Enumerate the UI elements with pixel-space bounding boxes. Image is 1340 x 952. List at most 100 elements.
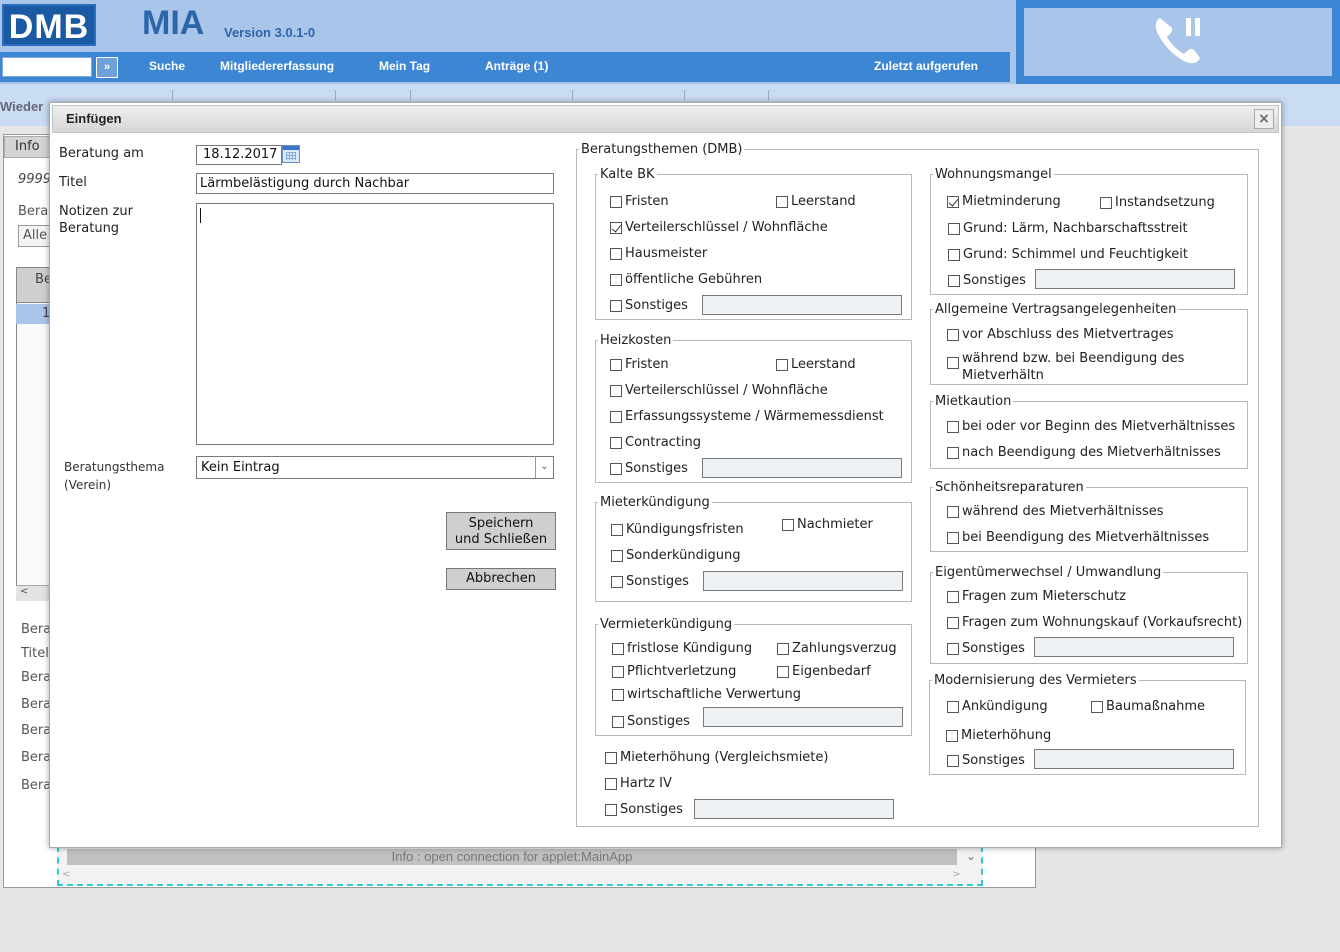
chevron-left-icon[interactable]: < bbox=[62, 869, 70, 880]
wohnungskauf-checkbox[interactable]: Fragen zum Wohnungskauf (Vorkaufsrecht) bbox=[947, 615, 1242, 630]
heizkosten-fristen-checkbox[interactable]: Fristen bbox=[610, 357, 669, 372]
mieterkuendigung-sonstiges-input[interactable] bbox=[703, 571, 903, 591]
checkbox-box[interactable] bbox=[610, 195, 622, 208]
wohnungsmangel-sonstiges-input[interactable] bbox=[1035, 269, 1235, 289]
checkbox-box[interactable] bbox=[947, 700, 959, 713]
checkbox-box[interactable] bbox=[610, 462, 622, 475]
waehrend-beendigung-checkbox[interactable]: während bzw. bei Beendigung des Mietverhä… bbox=[947, 350, 1184, 384]
kalte-bk-sonstiges-checkbox[interactable]: Sonstiges bbox=[610, 298, 688, 313]
checkbox-box[interactable] bbox=[605, 777, 617, 790]
nav-suche[interactable]: Suche bbox=[149, 59, 185, 73]
quick-search-go-button[interactable]: » bbox=[96, 57, 118, 78]
mieterschutz-checkbox[interactable]: Fragen zum Mieterschutz bbox=[947, 589, 1126, 604]
ankuendigung-checkbox[interactable]: Ankündigung bbox=[947, 699, 1048, 714]
close-icon[interactable]: × bbox=[1254, 109, 1274, 129]
instandsetzung-checkbox[interactable]: Instandsetzung bbox=[1100, 195, 1215, 210]
chevron-down-icon[interactable]: ⌄ bbox=[535, 456, 553, 478]
schoenheit-bei-beendigung-checkbox[interactable]: bei Beendigung des Mietverhältnisses bbox=[947, 530, 1209, 545]
pflichtverletzung-checkbox[interactable]: Pflichtverletzung bbox=[612, 664, 736, 679]
modernisierung-sonstiges-input[interactable] bbox=[1034, 749, 1234, 769]
nav-mein-tag[interactable]: Mein Tag bbox=[379, 59, 430, 73]
checkbox-box-checked[interactable] bbox=[610, 221, 622, 234]
checkbox-box[interactable] bbox=[612, 688, 624, 701]
modernisierung-sonstiges-checkbox[interactable]: Sonstiges bbox=[947, 753, 1025, 768]
checkbox-box[interactable] bbox=[1100, 196, 1112, 209]
modernisierung-mieterhoehung-checkbox[interactable]: Mieterhöhung bbox=[946, 728, 1051, 743]
checkbox-box[interactable] bbox=[605, 751, 617, 764]
phone-pause-icon[interactable] bbox=[1152, 14, 1208, 66]
fristlose-kuendigung-checkbox[interactable]: fristlose Kündigung bbox=[612, 641, 752, 656]
checkbox-box[interactable] bbox=[947, 328, 959, 341]
calendar-icon[interactable] bbox=[282, 145, 300, 163]
sonderkuendigung-checkbox[interactable]: Sonderkündigung bbox=[611, 548, 741, 563]
checkbox-box[interactable] bbox=[947, 616, 959, 629]
checkbox-box[interactable] bbox=[610, 273, 622, 286]
checkbox-box[interactable] bbox=[947, 357, 959, 369]
grund-laerm-checkbox[interactable]: Grund: Lärm, Nachbarschaftsstreit bbox=[948, 221, 1188, 236]
eigentuemer-sonstiges-checkbox[interactable]: Sonstiges bbox=[947, 641, 1025, 656]
nav-mitgliedererfassung[interactable]: Mitgliedererfassung bbox=[220, 59, 334, 73]
checkbox-box[interactable] bbox=[782, 518, 794, 531]
toolbar-label-wieder[interactable]: Wieder bbox=[0, 99, 43, 114]
notizen-textarea[interactable] bbox=[196, 203, 554, 445]
schoenheit-waehrend-checkbox[interactable]: während des Mietverhältnisses bbox=[947, 504, 1164, 519]
checkbox-box[interactable] bbox=[948, 248, 960, 261]
checkbox-box[interactable] bbox=[610, 358, 622, 371]
checkbox-box[interactable] bbox=[947, 642, 959, 655]
nav-zuletzt-aufgerufen[interactable]: Zuletzt aufgerufen bbox=[874, 59, 978, 73]
heizkosten-erfassungssysteme-checkbox[interactable]: Erfassungssysteme / Wärmemessdienst bbox=[610, 409, 884, 424]
checkbox-box[interactable] bbox=[777, 665, 789, 678]
vermieterkuendigung-sonstiges-checkbox[interactable]: Sonstiges bbox=[612, 714, 690, 729]
kalte-bk-fristen-checkbox[interactable]: Fristen bbox=[610, 194, 669, 209]
wohnungsmangel-sonstiges-checkbox[interactable]: Sonstiges bbox=[948, 273, 1026, 288]
kaution-nach-beendigung-checkbox[interactable]: nach Beendigung des Mietverhältnisses bbox=[947, 445, 1221, 460]
checkbox-box[interactable] bbox=[610, 247, 622, 260]
checkbox-box[interactable] bbox=[776, 195, 788, 208]
vor-abschluss-checkbox[interactable]: vor Abschluss des Mietvertrages bbox=[947, 327, 1174, 342]
heizkosten-contracting-checkbox[interactable]: Contracting bbox=[610, 435, 701, 450]
checkbox-box[interactable] bbox=[611, 549, 623, 562]
mieterhoehung-vergleichsmiete-checkbox[interactable]: Mieterhöhung (Vergleichsmiete) bbox=[605, 750, 828, 765]
vermieterkuendigung-sonstiges-input[interactable] bbox=[703, 707, 903, 727]
chevron-right-icon[interactable]: > bbox=[952, 869, 960, 880]
checkbox-box[interactable] bbox=[612, 642, 624, 655]
grund-schimmel-checkbox[interactable]: Grund: Schimmel und Feuchtigkeit bbox=[948, 247, 1188, 262]
heizkosten-leerstand-checkbox[interactable]: Leerstand bbox=[776, 357, 856, 372]
checkbox-box-checked[interactable] bbox=[947, 195, 959, 208]
nav-antraege[interactable]: Anträge (1) bbox=[485, 59, 548, 73]
kaution-vor-beginn-checkbox[interactable]: bei oder vor Beginn des Mietverhältnisse… bbox=[947, 419, 1235, 434]
eigenbedarf-checkbox[interactable]: Eigenbedarf bbox=[777, 664, 871, 679]
eigentuemer-sonstiges-input[interactable] bbox=[1034, 637, 1234, 657]
themen-sonstiges-checkbox[interactable]: Sonstiges bbox=[605, 802, 683, 817]
beratung-am-date-field[interactable]: 18.12.2017 bbox=[196, 145, 282, 165]
checkbox-box[interactable] bbox=[777, 642, 789, 655]
checkbox-box[interactable] bbox=[612, 715, 624, 728]
checkbox-box[interactable] bbox=[1091, 700, 1103, 713]
checkbox-box[interactable] bbox=[947, 420, 959, 433]
kalte-bk-leerstand-checkbox[interactable]: Leerstand bbox=[776, 194, 856, 209]
chevron-down-icon[interactable]: ⌄ bbox=[966, 849, 976, 863]
checkbox-box[interactable] bbox=[946, 729, 958, 742]
themen-sonstiges-input[interactable] bbox=[694, 799, 894, 819]
kuendigungsfristen-checkbox[interactable]: Kündigungsfristen bbox=[611, 522, 744, 537]
checkbox-box[interactable] bbox=[610, 299, 622, 312]
checkbox-box[interactable] bbox=[611, 575, 623, 588]
quick-search-input[interactable] bbox=[2, 57, 92, 77]
checkbox-box[interactable] bbox=[948, 222, 960, 235]
cancel-button[interactable]: Abbrechen bbox=[446, 568, 556, 590]
titel-field[interactable]: Lärmbelästigung durch Nachbar bbox=[196, 173, 554, 194]
nachmieter-checkbox[interactable]: Nachmieter bbox=[782, 517, 873, 532]
kalte-bk-sonstiges-input[interactable] bbox=[702, 295, 902, 315]
checkbox-box[interactable] bbox=[947, 590, 959, 603]
hartz-iv-checkbox[interactable]: Hartz IV bbox=[605, 776, 672, 791]
mietminderung-checkbox[interactable]: Mietminderung bbox=[947, 194, 1061, 209]
tab-info[interactable]: Info bbox=[4, 136, 54, 158]
checkbox-box[interactable] bbox=[776, 358, 788, 371]
kalte-bk-hausmeister-checkbox[interactable]: Hausmeister bbox=[610, 246, 707, 261]
checkbox-box[interactable] bbox=[612, 665, 624, 678]
heizkosten-sonstiges-input[interactable] bbox=[702, 458, 902, 478]
kalte-bk-verteilerschluessel-checkbox[interactable]: Verteilerschlüssel / Wohnfläche bbox=[610, 220, 828, 235]
save-and-close-button[interactable]: Speichern und Schließen bbox=[446, 512, 556, 550]
heizkosten-verteilerschluessel-checkbox[interactable]: Verteilerschlüssel / Wohnfläche bbox=[610, 383, 828, 398]
checkbox-box[interactable] bbox=[947, 754, 959, 767]
